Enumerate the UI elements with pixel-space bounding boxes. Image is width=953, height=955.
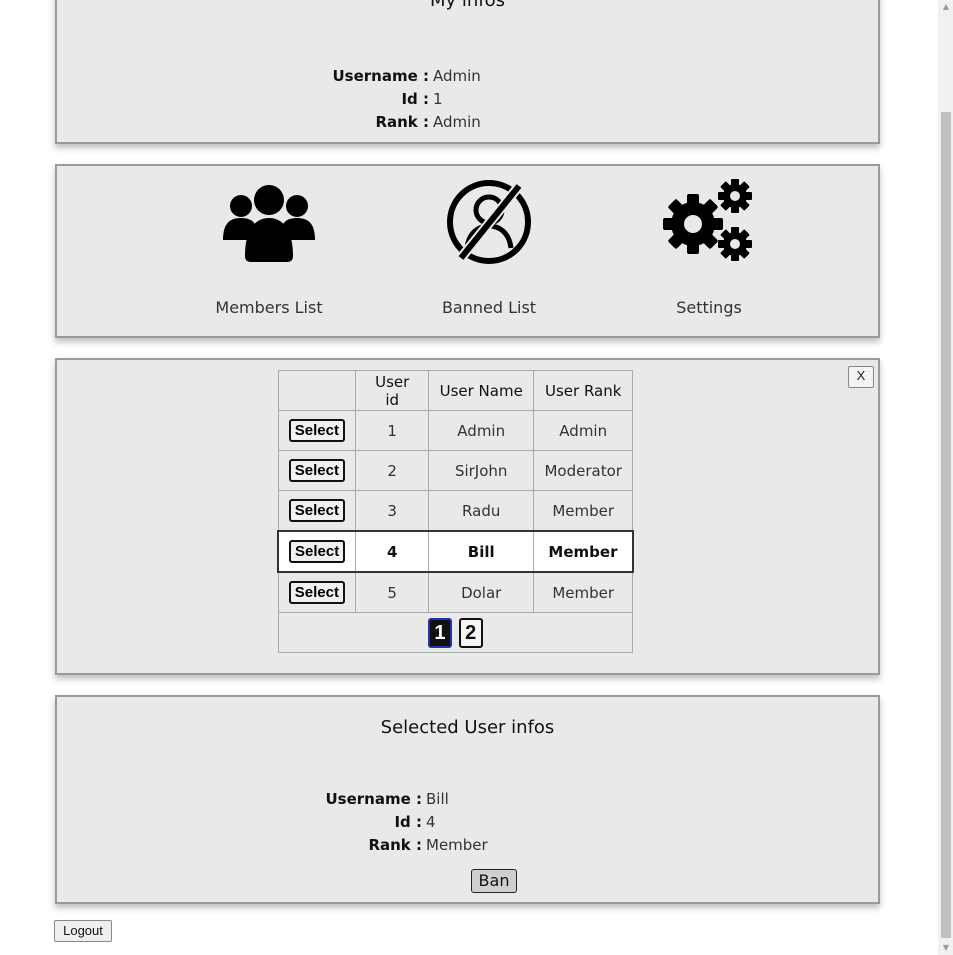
table-row: Select 5 Dolar Member: [277, 571, 634, 613]
user-id-cell: 3: [355, 490, 430, 532]
admin-menu-panel: Members List Banned List Settings: [55, 164, 880, 338]
rank-label: Rank :: [368, 836, 422, 854]
user-rank-cell: Member: [533, 490, 634, 532]
my-infos-panel: My infos Username : Admin Id : 1 Rank : …: [55, 0, 880, 144]
user-rank-cell: Member: [533, 571, 634, 613]
banned-list-button[interactable]: Banned List: [409, 178, 569, 317]
id-label: Id :: [401, 90, 429, 108]
user-rank-cell: Moderator: [533, 450, 634, 491]
user-name-cell: SirJohn: [428, 450, 535, 491]
id-value: 1: [433, 90, 443, 108]
id-label: Id :: [394, 813, 422, 831]
logout-button[interactable]: Logout: [54, 920, 112, 942]
column-header-user-name: User Name: [428, 370, 535, 411]
table-header-row: User id User Name User Rank: [277, 370, 634, 411]
pagination: 1 2: [277, 612, 634, 653]
settings-button[interactable]: Settings: [629, 178, 789, 317]
scroll-up-arrow-icon[interactable]: ▲: [941, 2, 951, 12]
user-rank-cell: Member: [533, 530, 634, 573]
rank-value: Admin: [433, 113, 481, 131]
pagination-row: 1 2: [277, 612, 634, 653]
user-id-cell: 1: [355, 410, 430, 451]
column-header-user-id: User id: [355, 370, 430, 411]
table-row: Select 1 Admin Admin: [277, 410, 634, 451]
banned-list-label: Banned List: [441, 298, 537, 317]
my-infos-title: My infos: [429, 0, 506, 11]
selected-user-title: Selected User infos: [380, 717, 555, 738]
user-id-cell: 5: [355, 571, 430, 613]
username-value: Admin: [433, 67, 481, 85]
username-value: Bill: [426, 790, 449, 808]
select-user-button[interactable]: Select: [288, 581, 345, 604]
settings-label: Settings: [676, 298, 742, 317]
user-rank-cell: Admin: [533, 410, 634, 451]
scrollbar-thumb[interactable]: [941, 112, 951, 938]
members-list-panel: X User id User Name User Rank Select 1 A…: [55, 358, 880, 675]
rank-label: Rank :: [375, 113, 429, 131]
close-button[interactable]: X: [848, 366, 874, 388]
table-row-selected: Select 4 Bill Member: [277, 530, 634, 573]
select-user-button[interactable]: Select: [289, 540, 346, 563]
banned-user-icon: [447, 180, 531, 264]
members-list-button[interactable]: Members List: [189, 178, 349, 317]
id-value: 4: [426, 813, 436, 831]
column-header-user-rank: User Rank: [533, 370, 634, 411]
members-list-label: Members List: [215, 298, 323, 317]
user-name-cell: Admin: [428, 410, 535, 451]
username-label: Username :: [325, 790, 422, 808]
user-id-cell: 2: [355, 450, 430, 491]
column-header-select: [277, 370, 357, 411]
user-name-cell: Bill: [428, 530, 535, 573]
ban-button[interactable]: Ban: [471, 869, 517, 893]
select-user-button[interactable]: Select: [288, 419, 345, 442]
user-name-cell: Radu: [428, 490, 535, 532]
page-button-2[interactable]: 2: [458, 617, 483, 648]
selected-user-panel: Selected User infos Username : Bill Id :…: [55, 695, 880, 904]
table-row: Select 2 SirJohn Moderator: [277, 450, 634, 491]
members-table: User id User Name User Rank Select 1 Adm…: [277, 370, 634, 653]
users-icon: [223, 185, 315, 262]
select-user-button[interactable]: Select: [288, 499, 345, 522]
rank-value: Member: [426, 836, 488, 854]
user-name-cell: Dolar: [428, 571, 535, 613]
username-label: Username :: [332, 67, 429, 85]
gears-icon: [663, 179, 752, 261]
page-button-1[interactable]: 1: [427, 617, 452, 648]
scroll-down-arrow-icon[interactable]: ▼: [941, 943, 951, 953]
select-user-button[interactable]: Select: [288, 459, 345, 482]
user-id-cell: 4: [355, 530, 430, 573]
table-row: Select 3 Radu Member: [277, 490, 634, 532]
